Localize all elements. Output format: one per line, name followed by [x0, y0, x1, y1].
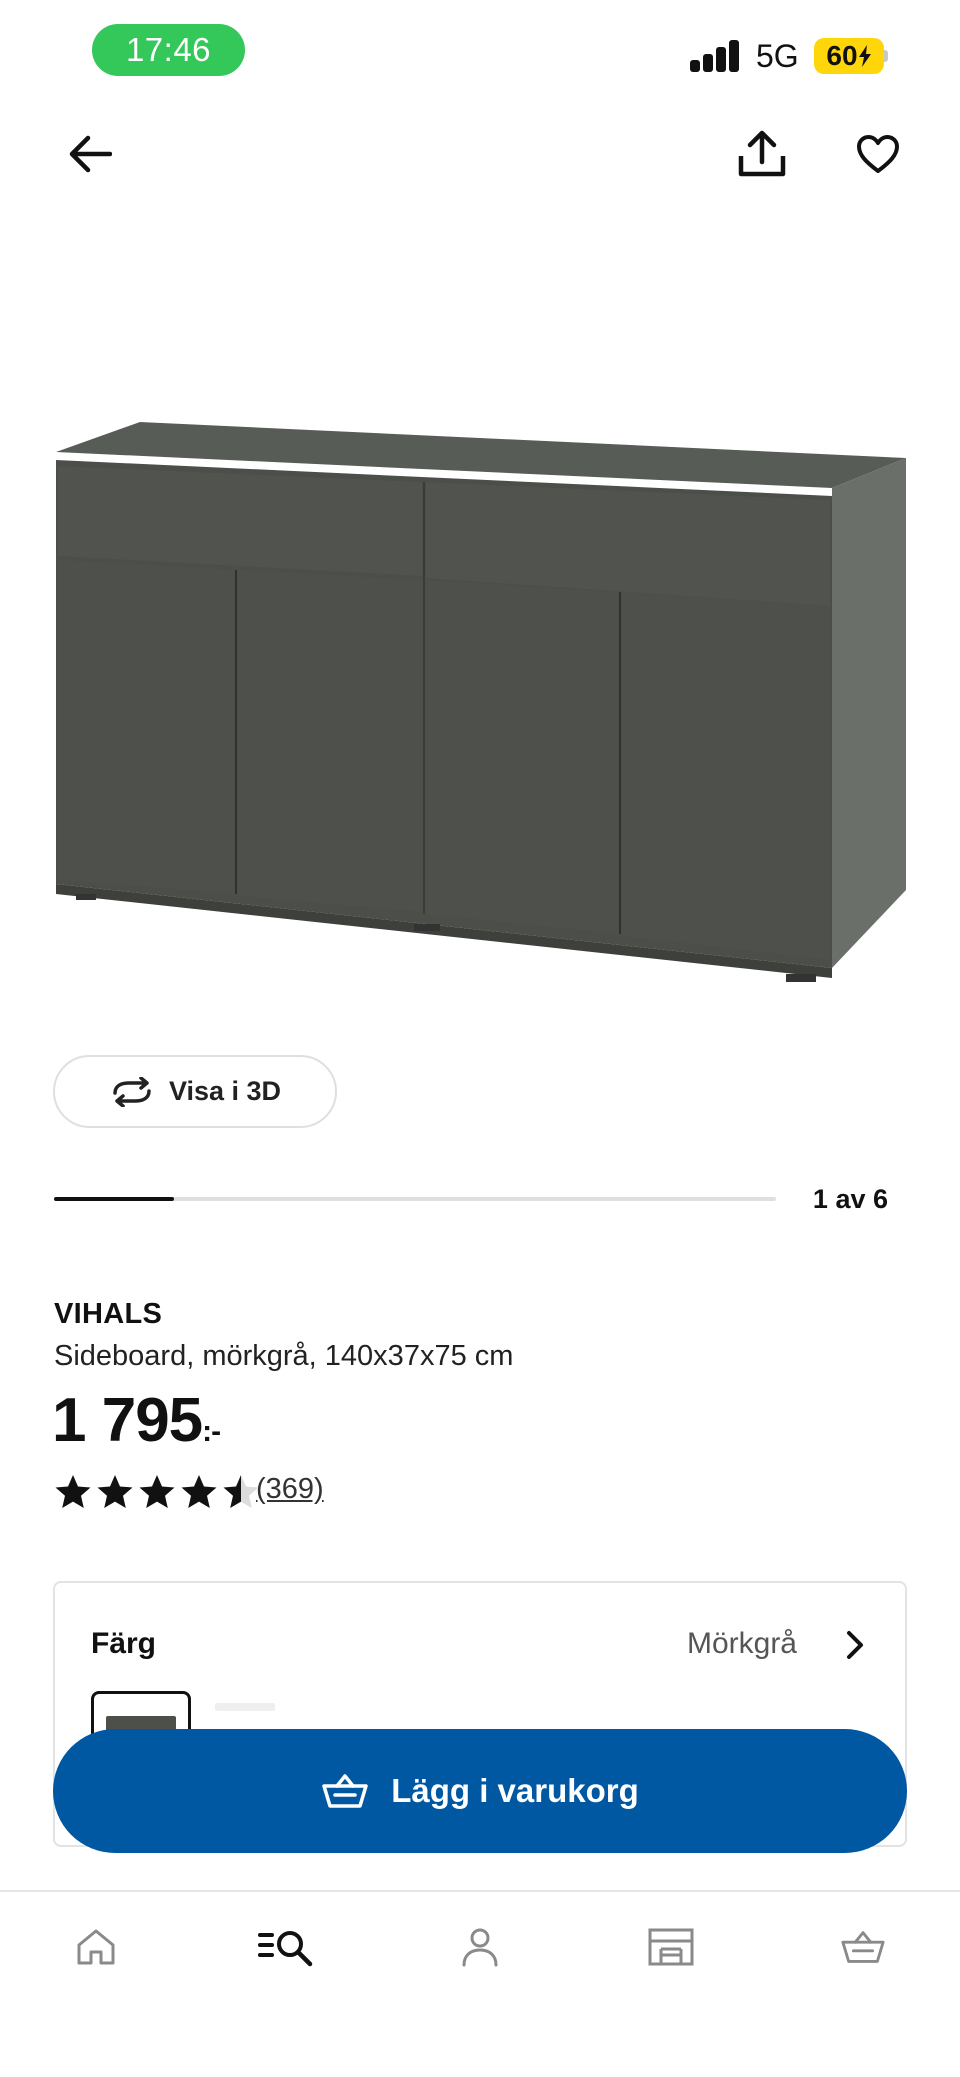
star-icon	[139, 1475, 175, 1508]
basket-icon	[841, 1931, 885, 1963]
rotate-3d-icon	[113, 1076, 151, 1107]
star-icon	[97, 1475, 133, 1508]
view-in-3d-label: Visa i 3D	[168, 1076, 282, 1106]
status-bar: 17:46 5G 60	[0, 0, 960, 100]
product-price: 1 795:-	[52, 1385, 221, 1456]
battery-indicator: 60	[814, 38, 884, 74]
person-icon	[462, 1928, 498, 1967]
store-icon	[648, 1928, 694, 1966]
star-icon	[55, 1475, 91, 1508]
star-icon	[181, 1475, 217, 1508]
price-value: 1 795	[52, 1386, 203, 1455]
favorite-button[interactable]	[846, 122, 910, 186]
share-button[interactable]	[730, 122, 794, 186]
back-button[interactable]	[58, 122, 122, 186]
tab-profile[interactable]	[445, 1912, 515, 1982]
home-icon	[77, 1929, 115, 1965]
product-image[interactable]	[40, 400, 920, 1000]
view-in-3d-button[interactable]: Visa i 3D	[53, 1055, 337, 1128]
status-time: 17:46	[92, 24, 245, 76]
tab-store[interactable]	[636, 1912, 706, 1982]
search-list-icon	[258, 1931, 313, 1967]
cellular-signal-icon	[690, 40, 740, 72]
basket-icon	[322, 1774, 368, 1808]
tab-bar-divider	[0, 1890, 960, 1892]
color-value: Mörkgrå	[686, 1627, 797, 1660]
color-label: Färg	[91, 1627, 157, 1660]
add-to-cart-label: Lägg i varukorg	[391, 1772, 639, 1809]
price-suffix: :-	[202, 1415, 221, 1448]
arrow-left-icon	[69, 135, 112, 173]
review-count-link[interactable]: (369)	[256, 1473, 324, 1506]
tab-home[interactable]	[61, 1912, 131, 1982]
charging-bolt-icon	[858, 45, 871, 67]
battery-tip	[884, 50, 888, 62]
network-type: 5G	[756, 38, 799, 74]
add-to-cart-button[interactable]: Lägg i varukorg	[53, 1729, 907, 1853]
share-icon	[738, 130, 786, 177]
battery-level: 60	[826, 40, 858, 71]
tab-search[interactable]	[251, 1912, 321, 1982]
star-icon	[223, 1475, 259, 1508]
product-name: VIHALS	[54, 1298, 163, 1330]
color-chevron-button[interactable]	[835, 1625, 875, 1665]
tab-cart[interactable]	[828, 1912, 898, 1982]
image-counter: 1 av 6	[812, 1184, 888, 1214]
color-swatch-alt[interactable]	[215, 1703, 275, 1711]
sideboard-illustration	[56, 422, 906, 982]
image-progress-fill	[54, 1197, 175, 1201]
chevron-right-icon	[847, 1631, 863, 1659]
rating-stars[interactable]	[54, 1473, 260, 1511]
product-description: Sideboard, mörkgrå, 140x37x75 cm	[54, 1340, 514, 1372]
image-progress-track	[54, 1197, 776, 1201]
heart-icon	[857, 135, 899, 173]
